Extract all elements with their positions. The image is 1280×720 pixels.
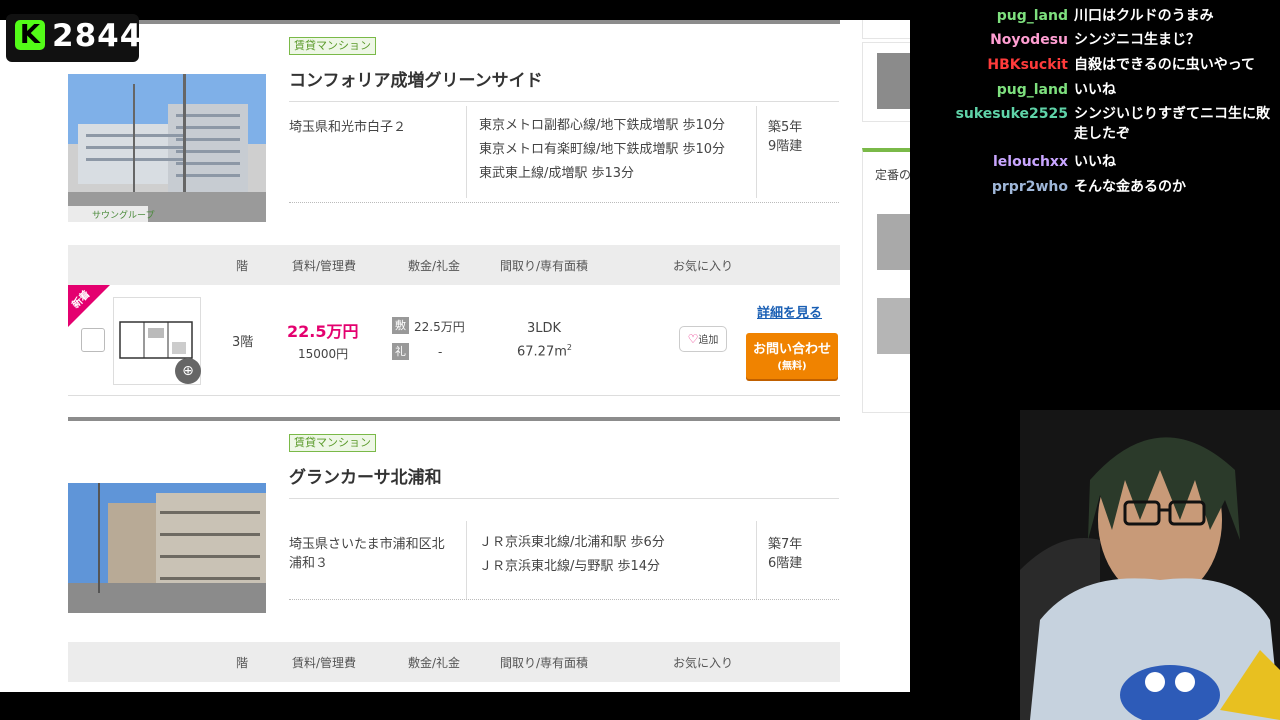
chat-username: sukesuke2525 — [955, 106, 1068, 122]
chat-text: シンジいじりすぎてニコ生に敗走したぞ — [1074, 106, 1270, 142]
building-age: 築7年 — [768, 537, 803, 552]
property-photo[interactable]: サウングループ — [68, 74, 266, 222]
chat-text: 自殺はできるのに虫いやって — [1074, 57, 1256, 73]
chat-username: lelouchxx — [992, 154, 1068, 170]
key-money-value: - — [438, 345, 443, 359]
photo-watermark: サウングループ — [92, 209, 154, 221]
chat-text: そんな金あるのか — [1074, 179, 1186, 195]
header-rent: 賃料/管理費 — [292, 656, 357, 670]
header-favorite: お気に入り — [673, 259, 734, 273]
unit-table-header: 階 賃料/管理費 敷金/礼金 間取り/専有面積 お気に入り — [68, 245, 840, 285]
station-access: 東京メトロ有楽町線/地下鉄成増駅 歩10分 — [479, 142, 726, 157]
header-deposit: 敷金/礼金 — [408, 656, 461, 670]
favorite-label: 追加 — [698, 335, 719, 346]
header-deposit: 敷金/礼金 — [408, 259, 461, 273]
unit-area-sup: 2 — [566, 343, 572, 352]
building-age: 築5年 — [768, 120, 803, 135]
sidebar-thumbnail[interactable] — [877, 298, 910, 354]
unit-layout: 3LDK — [527, 321, 562, 336]
station-access: ＪＲ京浜東北線/北浦和駅 歩6分 — [479, 535, 665, 550]
header-floor: 階 — [236, 259, 249, 273]
viewer-count-badge: K 2844 — [6, 14, 143, 62]
divider — [289, 599, 839, 600]
sidebar-box — [862, 42, 910, 122]
property-name[interactable]: コンフォリア成増グリーンサイド — [289, 66, 543, 91]
header-rent: 賃料/管理費 — [292, 259, 357, 273]
chat-text: 川口はクルドのうまみ — [1074, 8, 1214, 24]
sidebar-section-label: 定番の — [875, 168, 910, 182]
sidebar-box: 定番の — [862, 148, 910, 413]
station-list: ＪＲ京浜東北線/北浦和駅 歩6分 ＪＲ京浜東北線/与野駅 歩14分 — [479, 531, 665, 579]
chat-text: いいね — [1074, 154, 1116, 170]
station-list: 東京メトロ副都心線/地下鉄成増駅 歩10分 東京メトロ有楽町線/地下鉄成増駅 歩… — [479, 114, 725, 186]
sidebar-thumbnail[interactable] — [877, 53, 910, 109]
divider — [289, 202, 839, 203]
inquiry-button[interactable]: お問い合わせ (無料) — [746, 333, 838, 379]
sidebar-thumbnail[interactable] — [877, 214, 910, 270]
divider — [289, 101, 839, 102]
zoom-icon[interactable]: ⊕ — [175, 358, 201, 384]
viewer-count: 2844 — [52, 18, 143, 54]
station-access: 東京メトロ副都心線/地下鉄成増駅 歩10分 — [479, 118, 726, 133]
building-info: 築5年 9階建 — [768, 118, 802, 156]
unit-floor: 3階 — [232, 335, 254, 350]
kick-logo-icon: K — [15, 20, 45, 50]
chat-text: シンジニコ生まじ？ — [1074, 32, 1200, 48]
property-type-tag: 賃貸マンション — [289, 434, 376, 452]
management-fee: 15000円 — [298, 347, 349, 361]
chat-text: いいね — [1074, 82, 1116, 98]
inquiry-label: お問い合わせ — [752, 342, 831, 357]
unit-area-value: 67.27m — [517, 344, 567, 360]
property-name[interactable]: グランカーサ北浦和 — [289, 463, 442, 488]
unit-area: 67.27m2 — [517, 343, 572, 359]
building-floors: 9階建 — [768, 139, 803, 154]
header-floor: 階 — [236, 656, 249, 670]
building-floors: 6階建 — [768, 556, 803, 571]
column-divider — [756, 106, 757, 198]
sidebar-box — [862, 20, 910, 39]
header-layout: 間取り/専有面積 — [500, 259, 589, 273]
page-sidebar: 定番の — [860, 20, 910, 692]
heart-icon: ♡ — [687, 332, 699, 346]
inquiry-sub: (無料) — [777, 361, 807, 372]
unit-rent: 22.5万円 — [287, 322, 359, 341]
station-access: 東武東上線/成増駅 歩13分 — [479, 166, 635, 181]
key-money-icon: 礼 — [392, 343, 409, 360]
chat-username: HBKsuckit — [987, 57, 1068, 73]
column-divider — [466, 106, 467, 198]
unit-row: 新着 ⊕ 3階 22.5万円 15000円 敷 22.5万円 礼 - 3LDK … — [68, 285, 840, 396]
property-address: 埼玉県和光市白子２ — [289, 120, 407, 135]
header-layout: 間取り/専有面積 — [500, 656, 589, 670]
chat-username: Noyodesu — [990, 32, 1068, 48]
header-favorite: お気に入り — [673, 656, 734, 670]
chat-username: pug_land — [996, 8, 1068, 24]
station-access: ＪＲ京浜東北線/与野駅 歩14分 — [479, 559, 661, 574]
webcam-overlay — [1020, 410, 1280, 720]
chat-username: prpr2who — [991, 179, 1068, 195]
listing-card: 賃貸マンション グランカーサ北浦和 埼玉県さいたま市浦和区北浦和３ ＪＲ京浜東北… — [68, 417, 840, 657]
streamer-webcam — [1020, 410, 1280, 720]
unit-table-header: 階 賃料/管理費 敷金/礼金 間取り/専有面積 お気に入り — [68, 642, 840, 682]
property-listing-page: 賃貸マンション コンフォリア成増グリーンサイド サウングループ 埼玉県和光市白子… — [0, 20, 910, 692]
favorite-add-button[interactable]: ♡追加 — [679, 326, 727, 352]
detail-link[interactable]: 詳細を見る — [757, 302, 822, 321]
unit-select-checkbox[interactable] — [81, 328, 105, 352]
deposit-value: 22.5万円 — [414, 320, 465, 334]
property-type-tag: 賃貸マンション — [289, 37, 376, 55]
property-address: 埼玉県さいたま市浦和区北浦和３ — [289, 537, 445, 571]
divider — [289, 498, 839, 499]
chat-username: pug_land — [996, 82, 1068, 98]
column-divider — [466, 521, 467, 599]
column-divider — [756, 521, 757, 599]
deposit-icon: 敷 — [392, 317, 409, 334]
property-photo[interactable] — [68, 483, 266, 613]
building-info: 築7年 6階建 — [768, 535, 802, 573]
